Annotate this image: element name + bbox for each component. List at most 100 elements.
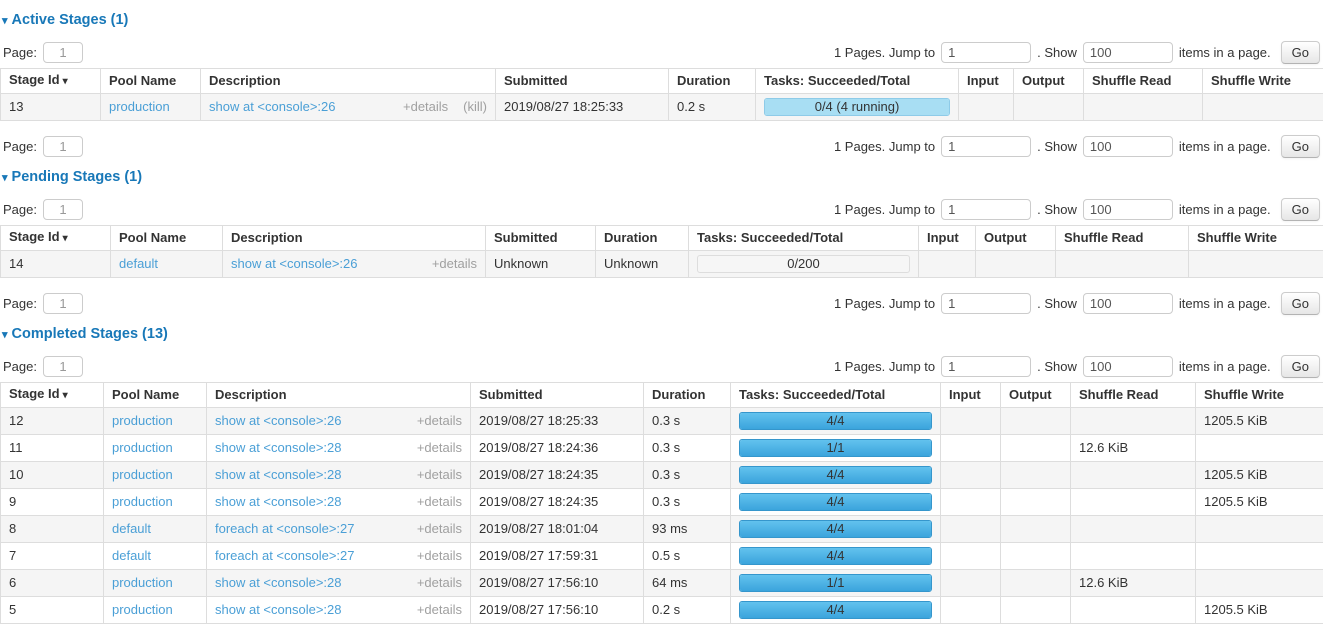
go-button[interactable]: Go xyxy=(1281,292,1320,315)
kill-stage-link[interactable]: (kill) xyxy=(463,100,487,114)
column-header-description[interactable]: Description xyxy=(201,69,496,94)
column-header-duration[interactable]: Duration xyxy=(644,383,731,408)
items-per-page-input[interactable] xyxy=(1083,42,1173,63)
jump-to-page-input[interactable] xyxy=(941,136,1031,157)
details-toggle-link[interactable]: +details xyxy=(417,468,462,482)
pool-name-link[interactable]: production xyxy=(112,413,173,428)
details-toggle-link[interactable]: +details xyxy=(432,257,477,271)
column-header-pool_name[interactable]: Pool Name xyxy=(101,69,201,94)
column-header-stage_id[interactable]: Stage Id▾ xyxy=(1,69,101,94)
column-header-submitted[interactable]: Submitted xyxy=(496,69,669,94)
pool-name-link[interactable]: production xyxy=(112,575,173,590)
go-button[interactable]: Go xyxy=(1281,135,1320,158)
shuffle-write-cell xyxy=(1196,543,1323,570)
details-toggle-link[interactable]: +details xyxy=(417,549,462,563)
stage-description-link[interactable]: show at <console>:28 xyxy=(215,441,341,455)
output-cell xyxy=(1001,435,1071,462)
column-header-input[interactable]: Input xyxy=(941,383,1001,408)
page-number-input[interactable] xyxy=(43,293,83,314)
pagination-row: Page: 1 Pages. Jump to . Show items in a… xyxy=(3,198,1320,220)
column-header-tasks[interactable]: Tasks: Succeeded/Total xyxy=(689,226,919,251)
submitted-cell: 2019/08/27 17:56:10 xyxy=(471,597,644,624)
sort-desc-icon: ▾ xyxy=(63,76,68,87)
active-stages-heading[interactable]: ▾Active Stages (1) xyxy=(2,13,1319,29)
column-header-tasks[interactable]: Tasks: Succeeded/Total xyxy=(731,383,941,408)
jump-to-page-input[interactable] xyxy=(941,42,1031,63)
column-header-output[interactable]: Output xyxy=(1014,69,1084,94)
items-per-page-input[interactable] xyxy=(1083,293,1173,314)
column-header-description[interactable]: Description xyxy=(223,226,486,251)
column-header-shuffle_read[interactable]: Shuffle Read xyxy=(1084,69,1203,94)
column-header-submitted[interactable]: Submitted xyxy=(471,383,644,408)
stage-description-link[interactable]: foreach at <console>:27 xyxy=(215,522,355,536)
pool-name-link[interactable]: production xyxy=(112,494,173,509)
column-header-duration[interactable]: Duration xyxy=(669,69,756,94)
stage-description-link[interactable]: show at <console>:26 xyxy=(215,414,341,428)
column-header-description[interactable]: Description xyxy=(207,383,471,408)
collapse-arrow-icon: ▾ xyxy=(2,15,8,27)
input-cell xyxy=(941,543,1001,570)
column-header-tasks[interactable]: Tasks: Succeeded/Total xyxy=(756,69,959,94)
stage-description-link[interactable]: show at <console>:28 xyxy=(215,495,341,509)
pagination-row: Page: 1 Pages. Jump to . Show items in a… xyxy=(3,135,1320,157)
column-header-stage_id[interactable]: Stage Id▾ xyxy=(1,226,111,251)
stage-description-link[interactable]: show at <console>:26 xyxy=(209,100,335,114)
page-number-input[interactable] xyxy=(43,42,83,63)
pool-name-link[interactable]: default xyxy=(119,256,158,271)
jump-to-page-input[interactable] xyxy=(941,293,1031,314)
pool-name-link[interactable]: production xyxy=(112,467,173,482)
input-cell xyxy=(919,251,976,278)
details-toggle-link[interactable]: +details xyxy=(417,522,462,536)
completed-stages-heading[interactable]: ▾Completed Stages (13) xyxy=(2,327,1319,343)
column-header-shuffle_write[interactable]: Shuffle Write xyxy=(1196,383,1323,408)
details-toggle-link[interactable]: +details xyxy=(417,576,462,590)
column-header-shuffle_read[interactable]: Shuffle Read xyxy=(1071,383,1196,408)
details-toggle-link[interactable]: +details xyxy=(417,414,462,428)
column-header-duration[interactable]: Duration xyxy=(596,226,689,251)
go-button[interactable]: Go xyxy=(1281,198,1320,221)
pool-name-link[interactable]: default xyxy=(112,521,151,536)
column-header-pool_name[interactable]: Pool Name xyxy=(104,383,207,408)
column-header-submitted[interactable]: Submitted xyxy=(486,226,596,251)
pending-stages-heading[interactable]: ▾Pending Stages (1) xyxy=(2,170,1319,186)
details-toggle-link[interactable]: +details xyxy=(403,100,448,114)
stage-row: 5productionshow at <console>:28+details2… xyxy=(1,597,1323,624)
column-header-input[interactable]: Input xyxy=(919,226,976,251)
items-per-page-input[interactable] xyxy=(1083,136,1173,157)
column-header-label: Submitted xyxy=(494,230,558,245)
pool-name-link[interactable]: production xyxy=(112,440,173,455)
go-button[interactable]: Go xyxy=(1281,41,1320,64)
page-number-input[interactable] xyxy=(43,356,83,377)
column-header-shuffle_write[interactable]: Shuffle Write xyxy=(1189,226,1323,251)
stage-description-link[interactable]: show at <console>:26 xyxy=(231,257,357,271)
stage-description-link[interactable]: foreach at <console>:27 xyxy=(215,549,355,563)
column-header-stage_id[interactable]: Stage Id▾ xyxy=(1,383,104,408)
details-toggle-link[interactable]: +details xyxy=(417,603,462,617)
pool-name-link[interactable]: production xyxy=(112,602,173,617)
jump-to-page-input[interactable] xyxy=(941,199,1031,220)
stage-description-link[interactable]: show at <console>:28 xyxy=(215,603,341,617)
column-header-shuffle_read[interactable]: Shuffle Read xyxy=(1056,226,1189,251)
pool-name-link[interactable]: production xyxy=(109,99,170,114)
jump-to-page-input[interactable] xyxy=(941,356,1031,377)
pool-name-link[interactable]: default xyxy=(112,548,151,563)
column-header-output[interactable]: Output xyxy=(1001,383,1071,408)
items-per-page-input[interactable] xyxy=(1083,199,1173,220)
stage-description-link[interactable]: show at <console>:28 xyxy=(215,468,341,482)
details-toggle-link[interactable]: +details xyxy=(417,495,462,509)
page-number-input[interactable] xyxy=(43,199,83,220)
page-number-input[interactable] xyxy=(43,136,83,157)
items-per-page-input[interactable] xyxy=(1083,356,1173,377)
stage-row: 13productionshow at <console>:26+details… xyxy=(1,94,1323,121)
column-header-input[interactable]: Input xyxy=(959,69,1014,94)
input-cell xyxy=(959,94,1014,121)
description-cell: foreach at <console>:27 +details xyxy=(207,516,471,543)
column-header-pool_name[interactable]: Pool Name xyxy=(111,226,223,251)
table-header-row: Stage Id▾Pool NameDescriptionSubmittedDu… xyxy=(1,69,1323,94)
table-header-row: Stage Id▾Pool NameDescriptionSubmittedDu… xyxy=(1,383,1323,408)
column-header-shuffle_write[interactable]: Shuffle Write xyxy=(1203,69,1323,94)
stage-description-link[interactable]: show at <console>:28 xyxy=(215,576,341,590)
details-toggle-link[interactable]: +details xyxy=(417,441,462,455)
column-header-output[interactable]: Output xyxy=(976,226,1056,251)
go-button[interactable]: Go xyxy=(1281,355,1320,378)
